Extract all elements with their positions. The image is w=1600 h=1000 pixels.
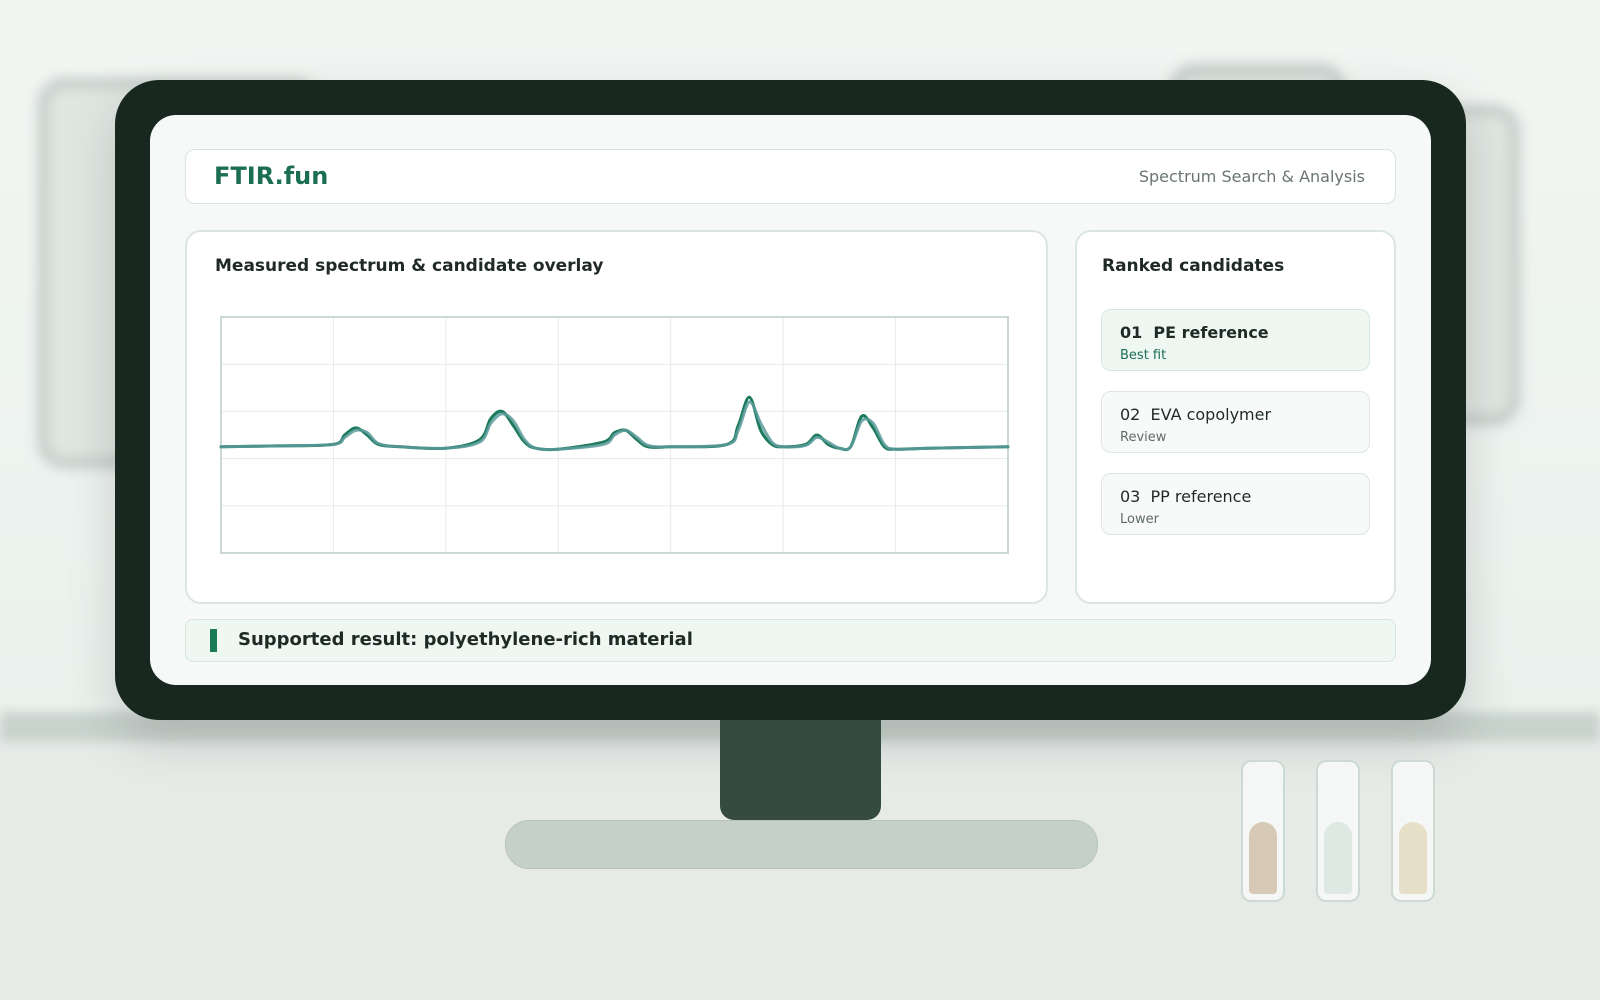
candidate-item-pp[interactable]: 03 PP reference Lower [1101, 473, 1370, 535]
vial-fill [1249, 822, 1277, 894]
candidate-status: Lower [1120, 512, 1159, 527]
result-accent-bar [210, 629, 217, 652]
candidates-panel-title: Ranked candidates [1102, 256, 1285, 276]
vial-fill [1399, 822, 1427, 894]
app-subtitle: Spectrum Search & Analysis [1138, 167, 1365, 186]
candidate-status: Best fit [1120, 348, 1167, 363]
vial-fill [1324, 822, 1352, 894]
candidate-name: 01 PE reference [1120, 323, 1269, 342]
candidate-name: 03 PP reference [1120, 487, 1252, 506]
spectrum-chart[interactable] [219, 315, 1010, 555]
monitor-base [505, 820, 1098, 869]
monitor: FTIR.fun Spectrum Search & Analysis Meas… [115, 80, 1466, 720]
candidates-panel: Ranked candidates 01 PE reference Best f… [1075, 230, 1396, 604]
spectrum-panel-title: Measured spectrum & candidate overlay [215, 256, 604, 276]
candidate-status: Review [1120, 430, 1167, 445]
candidate-name: 02 EVA copolymer [1120, 405, 1272, 424]
sample-vial-1 [1241, 760, 1285, 902]
sample-vial-2 [1316, 760, 1360, 902]
result-banner: Supported result: polyethylene-rich mate… [185, 619, 1396, 662]
candidate-item-pe[interactable]: 01 PE reference Best fit [1101, 309, 1370, 371]
brand-logo-text[interactable]: FTIR.fun [214, 162, 328, 190]
result-text: Supported result: polyethylene-rich mate… [238, 629, 693, 650]
monitor-neck [720, 720, 881, 820]
candidate-item-eva[interactable]: 02 EVA copolymer Review [1101, 391, 1370, 453]
app-header: FTIR.fun Spectrum Search & Analysis [185, 149, 1396, 204]
sample-vial-3 [1391, 760, 1435, 902]
screen: FTIR.fun Spectrum Search & Analysis Meas… [150, 115, 1431, 685]
spectrum-panel: Measured spectrum & candidate overlay [185, 230, 1048, 604]
